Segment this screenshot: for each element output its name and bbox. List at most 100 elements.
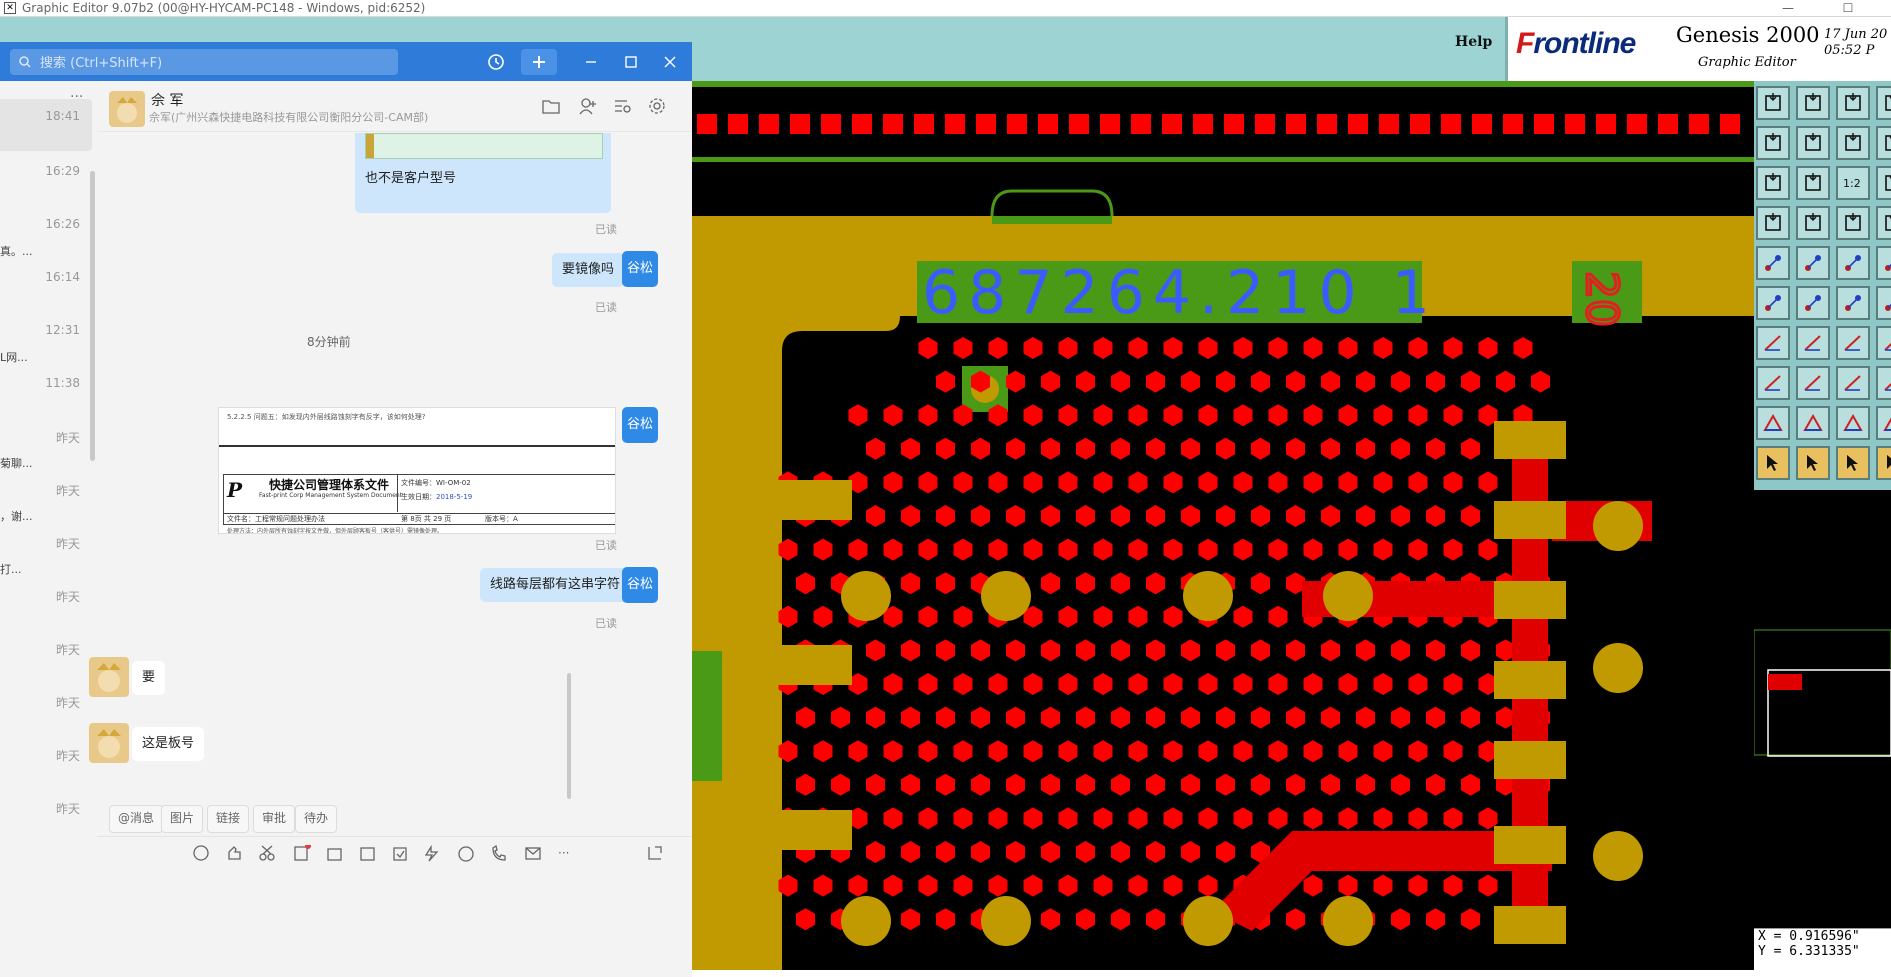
triangle-b-icon[interactable]	[1836, 406, 1870, 440]
quick-button[interactable]: 链接	[207, 805, 250, 833]
chat-list-time: 16:26	[45, 217, 80, 231]
my-avatar[interactable]: 谷松	[622, 251, 658, 287]
read-receipt: 已读	[595, 617, 617, 630]
quick-button[interactable]: 审批	[253, 805, 296, 833]
swap-icon[interactable]	[1836, 126, 1870, 160]
message-image[interactable]: 5.2.2.5 问题五：如发现内外层线路蚀刻字有反字，该如何处理? P 快捷公司…	[218, 407, 616, 534]
move-icon[interactable]	[1756, 126, 1790, 160]
home-icon[interactable]	[1836, 86, 1870, 120]
arc-icon[interactable]	[1836, 326, 1870, 360]
top-pad	[945, 114, 965, 134]
chat-search-box[interactable]	[10, 49, 398, 75]
messages-scrollbar[interactable]	[567, 673, 571, 799]
quick-button[interactable]: @消息	[109, 805, 164, 833]
save-icon[interactable]	[1796, 86, 1830, 120]
add-button[interactable]	[521, 49, 557, 75]
hbox-icon[interactable]	[1836, 366, 1870, 400]
contact-avatar[interactable]	[109, 91, 145, 127]
line-icon[interactable]	[1836, 286, 1870, 320]
triangle-a-icon[interactable]	[1796, 406, 1830, 440]
ruler-icon[interactable]	[1836, 246, 1870, 280]
conversation-header: 佘 军 佘军(广州兴森快捷电路科技有限公司衡阳分公司-CAM部)	[97, 81, 692, 132]
chat-list-item[interactable]: 昨天	[0, 790, 92, 854]
history-icon[interactable]	[487, 53, 505, 71]
box-icon[interactable]	[1876, 366, 1891, 400]
step-icon[interactable]	[1876, 126, 1891, 160]
select-more-icon[interactable]	[1876, 446, 1891, 480]
slash-icon[interactable]	[1796, 326, 1830, 360]
pcb-canvas[interactable]: 687264.210 1 20	[692, 81, 1754, 970]
contact-avatar[interactable]	[89, 657, 129, 697]
quick-button[interactable]: 待办	[295, 805, 338, 833]
chat-list-snippet: L网...	[0, 351, 28, 364]
fit-icon[interactable]	[1756, 166, 1790, 200]
top-pad	[883, 114, 903, 134]
zoom-ratio-icon[interactable]: 1:2	[1836, 166, 1870, 200]
message-bubble-them[interactable]: 要	[132, 661, 166, 695]
zoom-box-icon[interactable]	[1876, 166, 1891, 200]
triangle-icon[interactable]	[1756, 406, 1790, 440]
top-pad	[1689, 114, 1709, 134]
top-pad	[1224, 114, 1244, 134]
grid-icon[interactable]	[1796, 206, 1830, 240]
chat-list-time: 昨天	[55, 696, 80, 710]
contact-org: 佘军(广州兴森快捷电路科技有限公司衡阳分公司-CAM部)	[149, 111, 429, 124]
chat-list-time: 16:14	[45, 270, 80, 284]
close-icon[interactable]	[664, 56, 676, 68]
snap-icon[interactable]	[1876, 206, 1891, 240]
gear-icon[interactable]	[648, 97, 666, 115]
search-history-icon[interactable]	[614, 98, 632, 114]
top-pad	[976, 114, 996, 134]
round-pad	[1183, 896, 1233, 946]
add-member-icon[interactable]	[579, 97, 597, 115]
search-input[interactable]	[38, 52, 392, 74]
chat-conversation: 佘 军 佘军(广州兴森快捷电路科技有限公司衡阳分公司-CAM部) 也不是客户型号…	[89, 81, 692, 977]
my-avatar[interactable]: 谷松	[622, 407, 658, 443]
minimap[interactable]	[1753, 490, 1891, 930]
my-avatar[interactable]: 谷松	[622, 567, 658, 603]
text-icon[interactable]	[1876, 326, 1891, 360]
cross-icon[interactable]	[1796, 286, 1830, 320]
maximize-icon[interactable]	[625, 56, 637, 68]
angle-icon[interactable]	[1756, 326, 1790, 360]
message-bubble-me[interactable]: 线路每层都有这串字符	[480, 568, 631, 602]
graph-icon[interactable]	[1836, 206, 1870, 240]
round-pad	[1323, 896, 1373, 946]
chat-list-item[interactable]: 18:41	[0, 99, 92, 151]
select-icon[interactable]	[1756, 446, 1790, 480]
zoom-icon[interactable]	[1796, 166, 1830, 200]
pointer-icon[interactable]	[1876, 246, 1891, 280]
select-all-icon[interactable]	[1796, 446, 1830, 480]
date-time: 17 Jun 20 05:52 P	[1824, 27, 1888, 58]
list-scrollbar[interactable]	[90, 171, 95, 461]
resize-icon[interactable]	[1796, 246, 1830, 280]
align-icon[interactable]	[1876, 286, 1891, 320]
camera-icon[interactable]	[1756, 246, 1790, 280]
svg-text:···: ···	[558, 846, 569, 860]
window-title: Graphic Editor 9.07b2 (00@HY-HYCAM-PC148…	[22, 1, 426, 15]
open-icon[interactable]	[1756, 86, 1790, 120]
message-bubble-me[interactable]: 也不是客户型号	[355, 133, 611, 213]
hline-icon[interactable]	[1796, 366, 1830, 400]
minimize-icon[interactable]	[585, 56, 597, 68]
message-bubble-me[interactable]: 要镜像吗	[552, 253, 625, 287]
folder-icon[interactable]	[542, 98, 560, 114]
top-pad	[1286, 114, 1306, 134]
message-image-thumbnail[interactable]	[365, 133, 603, 159]
connect-icon[interactable]	[1756, 286, 1790, 320]
minimize-button[interactable]: —	[1770, 0, 1806, 16]
contact-avatar[interactable]	[89, 723, 129, 763]
search-icon	[19, 56, 31, 68]
message-bubble-them[interactable]: 这是板号	[132, 727, 205, 761]
pad-icon[interactable]	[1756, 366, 1790, 400]
paste-icon[interactable]	[1796, 126, 1830, 160]
hatch-icon[interactable]	[1876, 406, 1891, 440]
quick-button[interactable]: 图片	[161, 805, 204, 833]
maximize-button[interactable]: ☐	[1830, 0, 1866, 16]
top-pad	[1658, 114, 1678, 134]
layer-icon[interactable]	[1876, 86, 1891, 120]
product-subtitle: Graphic Editor	[1698, 55, 1796, 70]
help-menu[interactable]: Help	[1455, 34, 1492, 50]
measure-icon[interactable]	[1756, 206, 1790, 240]
select-box-icon[interactable]	[1836, 446, 1870, 480]
